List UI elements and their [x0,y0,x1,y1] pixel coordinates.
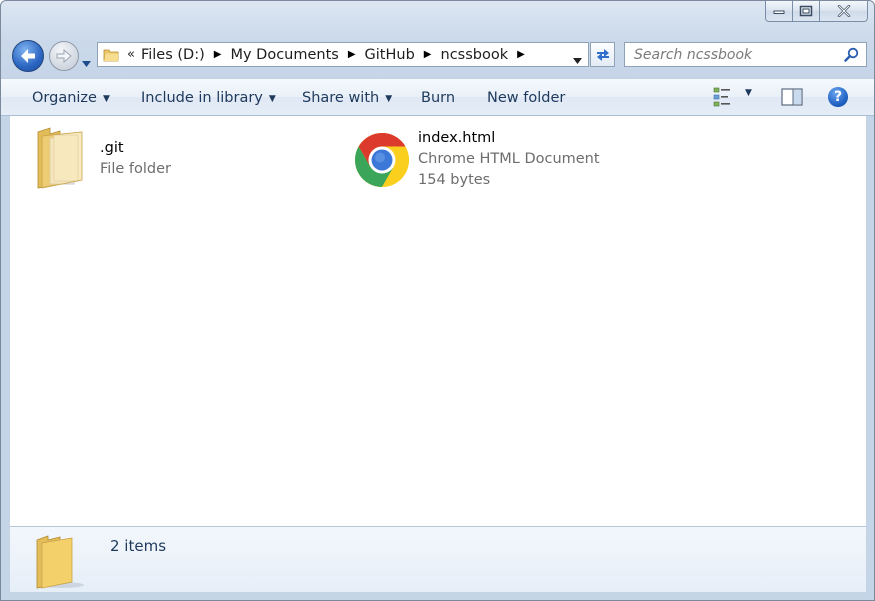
forward-button[interactable] [49,41,79,71]
file-item-index-html[interactable]: index.html Chrome HTML Document 154 byte… [354,126,654,192]
file-name: index.html [418,130,496,146]
address-bar[interactable]: « Files (D:) ▶ My Documents ▶ GitHub ▶ n… [97,42,589,67]
share-with-button[interactable]: Share with ▼ [302,79,392,116]
breadcrumb-arrow-icon[interactable]: ▶ [517,49,525,60]
view-details-icon [713,87,730,107]
help-icon: ? [833,89,843,105]
breadcrumb-arrow-icon[interactable]: ▶ [214,49,222,60]
new-folder-label: New folder [487,89,566,106]
item-count: 2 items [110,537,167,555]
breadcrumb-item-ncssbook[interactable]: ncssbook [441,47,509,63]
file-name: .git [100,140,124,156]
chevron-down-icon [573,58,582,64]
chevron-down-icon: ▼ [102,93,110,104]
back-button[interactable] [12,40,44,72]
maximize-icon [799,5,813,17]
folder-icon [103,47,119,63]
new-folder-button[interactable]: New folder [487,79,565,116]
preview-pane-button[interactable] [781,88,803,110]
recent-pages-button[interactable] [82,52,91,71]
search-icon[interactable] [844,47,859,66]
breadcrumb-item-github[interactable]: GitHub [365,47,415,63]
organize-button[interactable]: Organize ▼ [32,79,110,116]
breadcrumb-arrow-icon[interactable]: ▶ [348,49,356,60]
breadcrumb-item-my-documents[interactable]: My Documents [230,47,338,63]
close-icon [837,5,850,17]
file-type: File folder [100,161,171,177]
minimize-button[interactable] [765,1,793,22]
folder-icon [34,532,86,594]
command-bar: Organize ▼ Include in library ▼ Share wi… [1,78,874,116]
search-box [624,42,867,67]
caption-buttons [765,1,868,23]
maximize-button[interactable] [793,1,820,22]
close-button[interactable] [820,1,868,22]
search-input[interactable] [625,43,844,66]
file-size: 154 bytes [418,172,491,188]
chevron-down-icon: ▼ [745,88,752,98]
folder-icon [36,126,86,194]
file-type: Chrome HTML Document [418,151,600,167]
include-in-library-button[interactable]: Include in library ▼ [141,79,276,116]
refresh-icon [596,48,609,61]
help-button[interactable]: ? [828,87,848,107]
change-view-button[interactable] [713,87,735,107]
chevron-down-icon [82,61,91,67]
breadcrumb-overflow[interactable]: « [127,47,135,62]
forward-arrow-icon [56,49,72,63]
breadcrumb-arrow-icon[interactable]: ▶ [424,49,432,60]
preview-pane-icon [781,88,803,106]
include-in-library-label: Include in library [141,89,263,106]
burn-button[interactable]: Burn [421,79,455,116]
share-with-label: Share with [302,89,380,106]
file-list: .git File folder index.html Chrome HTML … [9,116,867,526]
explorer-window: « Files (D:) ▶ My Documents ▶ GitHub ▶ n… [0,0,875,601]
organize-label: Organize [32,89,97,106]
details-pane: 2 items [9,526,867,593]
address-history-button[interactable] [573,52,582,68]
breadcrumb-item-files[interactable]: Files (D:) [141,47,205,63]
back-arrow-icon [21,49,35,63]
navigation-bar: « Files (D:) ▶ My Documents ▶ GitHub ▶ n… [1,37,874,75]
refresh-button[interactable] [590,42,615,67]
chrome-icon [354,132,410,192]
file-item-git[interactable]: .git File folder [36,126,286,192]
chevron-down-icon: ▼ [385,93,393,104]
chevron-down-icon: ▼ [268,93,276,104]
burn-label: Burn [421,89,456,106]
minimize-icon [773,10,785,14]
view-options-button[interactable]: ▼ [745,88,752,98]
